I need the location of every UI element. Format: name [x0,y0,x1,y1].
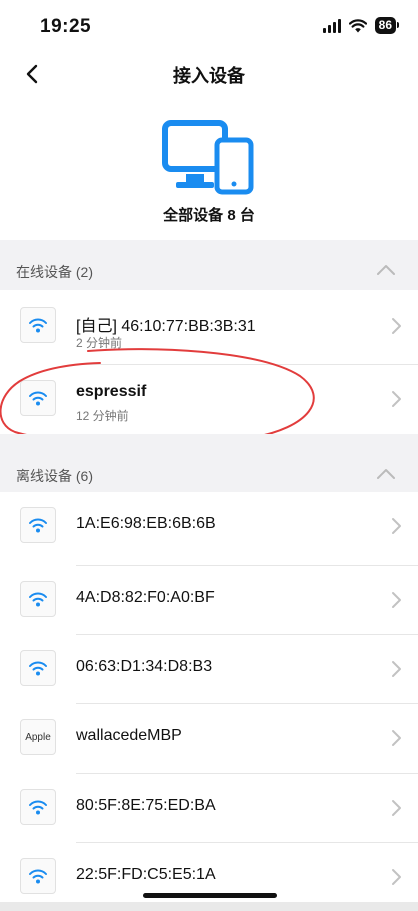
chevron-right-icon [392,391,401,407]
wifi-icon [29,318,47,333]
chevron-right-icon [392,730,401,746]
status-indicators: 86 [322,17,400,34]
device-name: 80:5F:8E:75:ED:BA [76,797,216,814]
chevron-right-icon [392,661,401,677]
home-indicator[interactable] [143,893,277,898]
wifi-status-icon [348,18,367,32]
section-divider [0,240,418,250]
page-title: 接入设备 [173,66,245,86]
device-name: 22:5F:FD:C5:E5:1A [76,866,216,883]
apple-icon: Apple [20,719,56,755]
wifi-icon [29,661,47,676]
device-name: [自己] 46:10:77:BB:3B:31 [76,318,256,335]
wifi-icon [29,800,47,815]
chevron-right-icon [392,318,401,334]
monitor-phone-icon [162,120,254,195]
device-icon-box [20,858,56,894]
bottom-edge [0,902,418,911]
chevron-up-icon[interactable] [376,262,396,276]
apple-icon-label: Apple [25,731,51,743]
device-icon-box [20,650,56,686]
device-name: 1A:E6:98:EB:6B:6B [76,515,216,532]
offline-section-title: 离线设备 (6) [16,468,93,484]
chevron-right-icon [392,869,401,885]
offline-device-row[interactable]: 4A:D8:82:F0:A0:BF [0,566,418,634]
device-name: wallacedeMBP [76,727,182,744]
chevron-right-icon [392,800,401,816]
device-icon-box [20,789,56,825]
cellular-signal-icon [322,18,341,33]
wifi-icon [29,592,47,607]
offline-section-header[interactable]: 离线设备 (6) [0,454,418,494]
total-devices-label: 全部设备 8 台 [163,207,255,224]
status-time: 19:25 [40,16,92,37]
battery-indicator: 86 [374,17,400,34]
nav-bar: 接入设备 [0,54,418,94]
devices-summary-header: 全部设备 8 台 [0,112,418,240]
device-name: 06:63:D1:34:D8:B3 [76,658,213,675]
device-name: 4A:D8:82:F0:A0:BF [76,589,215,606]
device-icon-box [20,307,56,343]
offline-device-row[interactable]: 1A:E6:98:EB:6B:6B [0,492,418,560]
section-divider [0,434,418,454]
chevron-right-icon [392,518,401,534]
device-icon-box [20,507,56,543]
device-icon-box [20,581,56,617]
offline-device-row[interactable]: 06:63:D1:34:D8:B3 [0,635,418,703]
wifi-icon [29,869,47,884]
online-section-title: 在线设备 (2) [16,264,93,280]
status-bar: 19:25 86 [0,0,418,54]
offline-device-row[interactable]: 80:5F:8E:75:ED:BA [0,774,418,842]
online-section-header[interactable]: 在线设备 (2) [0,250,418,290]
chevron-up-icon[interactable] [376,466,396,480]
offline-device-row[interactable]: Apple wallacedeMBP [0,704,418,772]
wifi-icon [29,518,47,533]
chevron-right-icon [392,592,401,608]
